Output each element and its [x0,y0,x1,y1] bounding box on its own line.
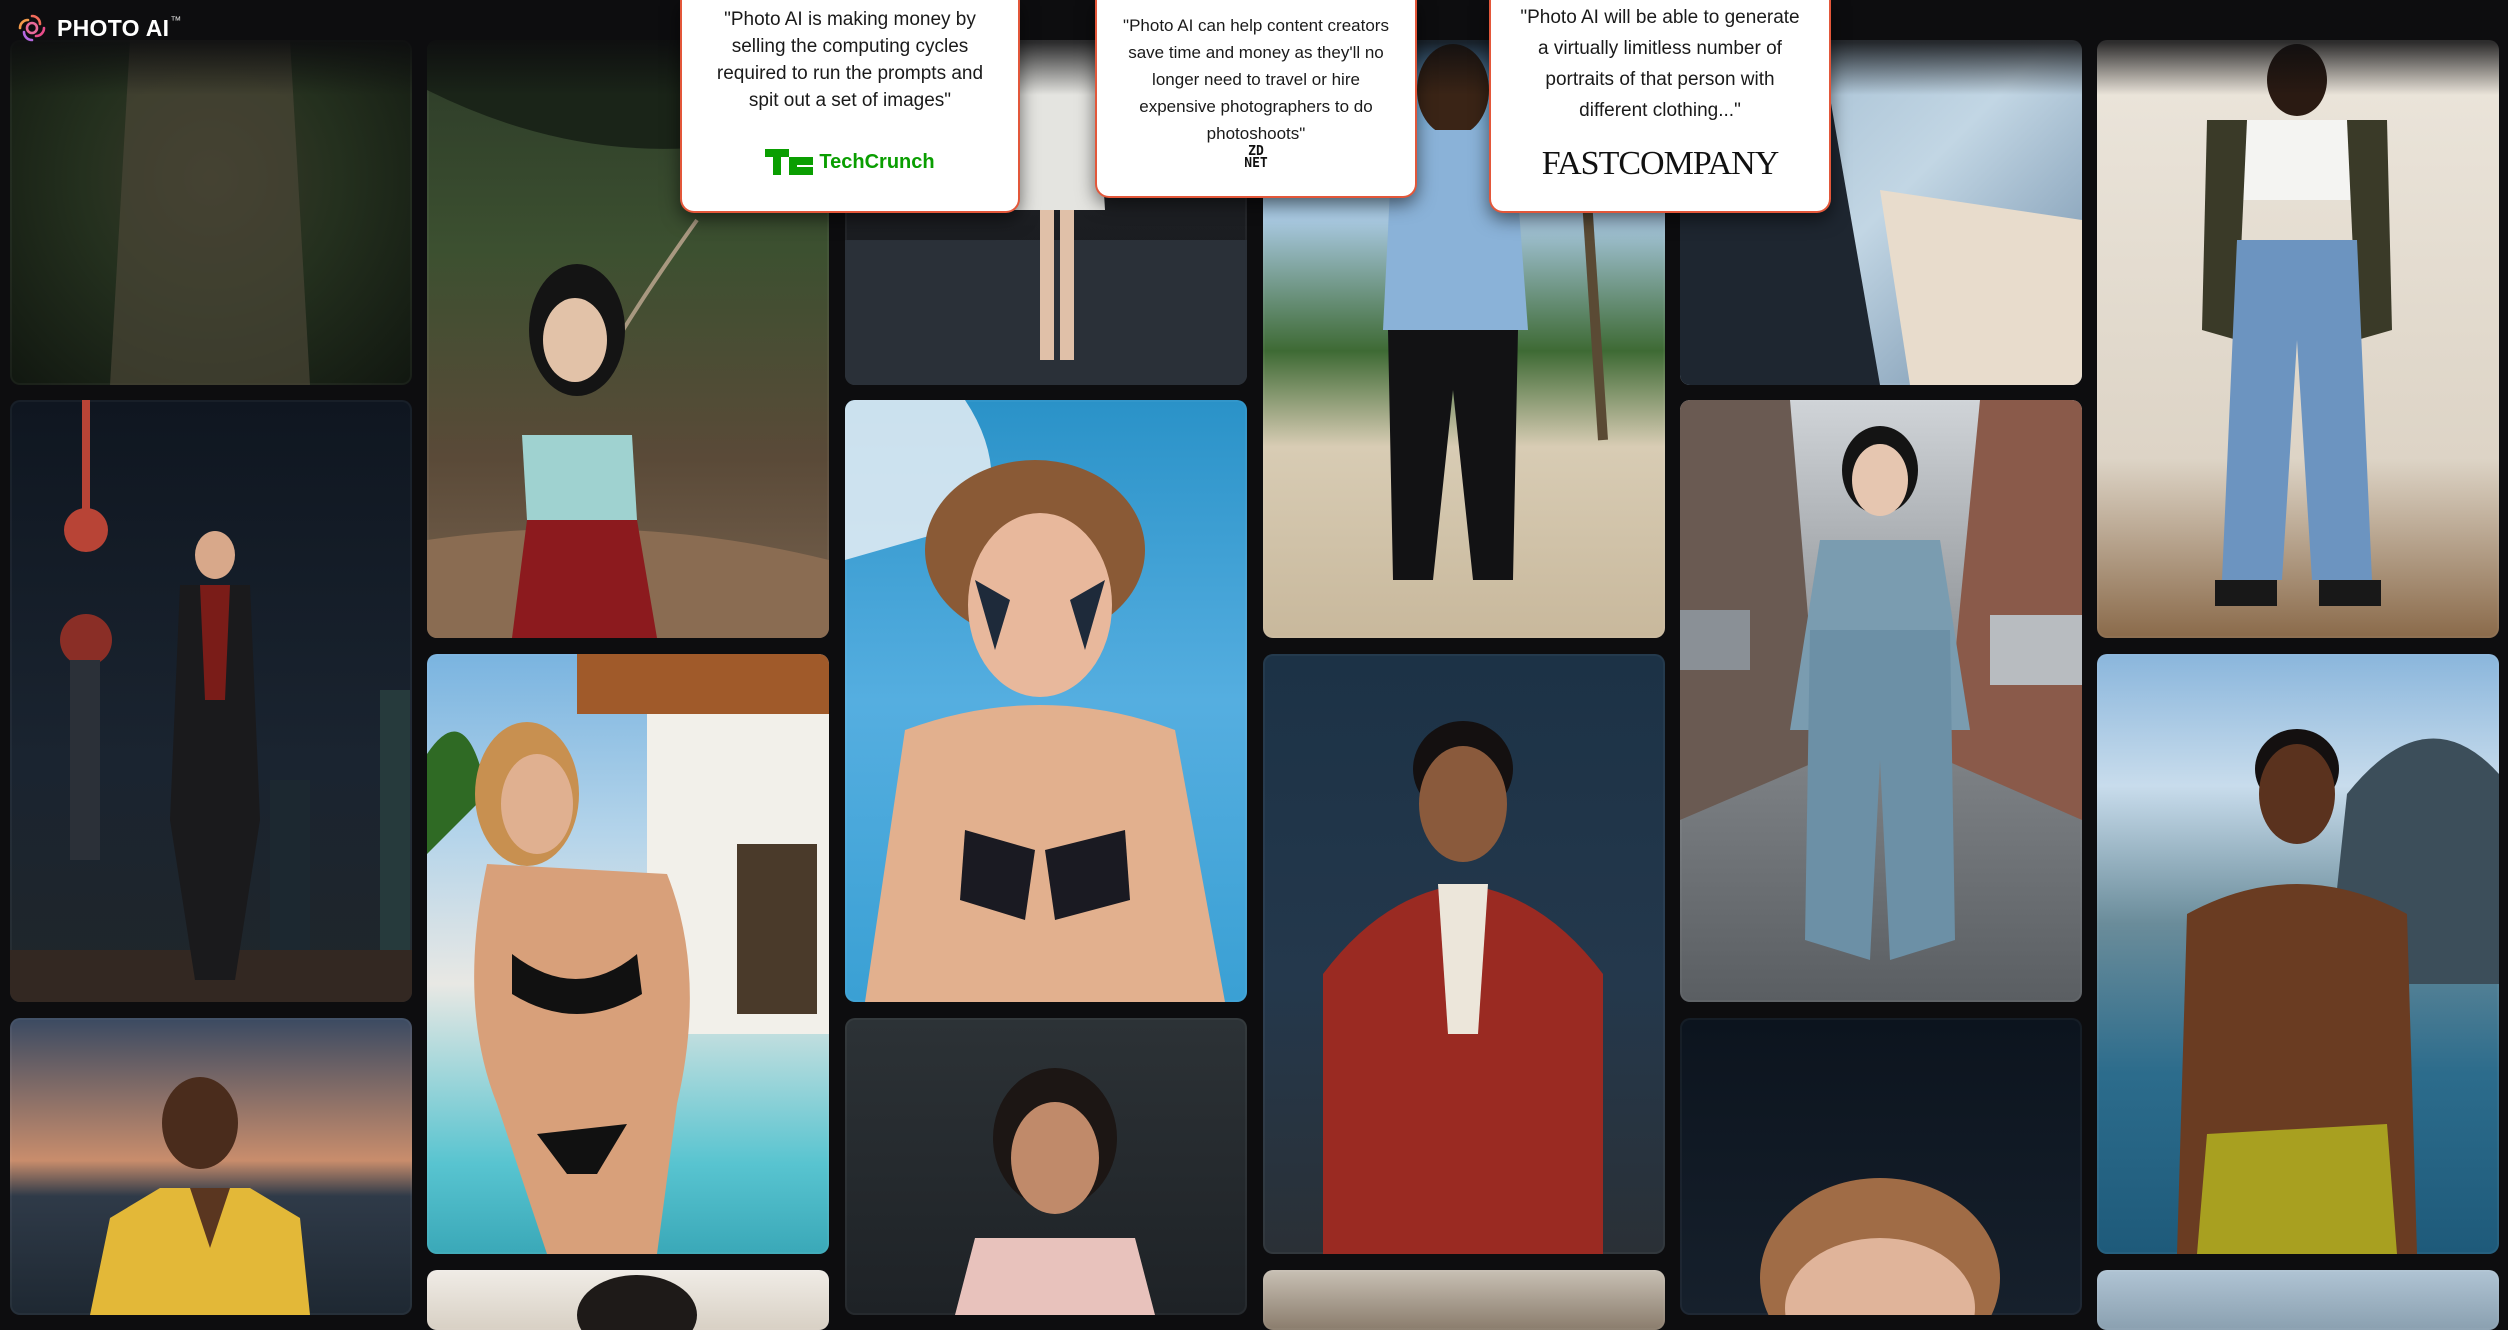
testimonial-card-zdnet: "Photo AI can help content creators save… [1095,0,1417,198]
gallery-photo[interactable] [2097,654,2499,1254]
testimonial-quote: "Photo AI will be able to generate a vir… [1520,7,1800,121]
testimonial-card-techcrunch: "Photo AI is making money by selling the… [680,0,1020,213]
gallery-photo[interactable] [1680,400,2082,1002]
gallery-photo[interactable] [427,654,829,1254]
testimonial-quote: "Photo AI can help content creators save… [1123,16,1389,143]
brand-name: PHOTO AI™ [57,14,182,41]
techcrunch-logo[interactable]: TechCrunch [682,149,1018,175]
testimonial-quote: "Photo AI is making money by selling the… [716,9,984,111]
gallery-photo[interactable] [10,400,412,1002]
zdnet-logo[interactable]: ZD NET [1097,144,1415,171]
photo-ai-logo-icon [18,14,46,42]
gallery-photo[interactable] [2097,1270,2499,1330]
brand-logo[interactable]: PHOTO AI™ [16,12,182,44]
gallery-photo[interactable] [1263,1270,1665,1330]
gallery-photo[interactable] [845,1018,1247,1315]
testimonial-card-fastcompany: "Photo AI will be able to generate a vir… [1489,0,1831,213]
gallery-photo[interactable] [10,40,412,385]
gallery-photo[interactable] [2097,40,2499,638]
fastcompany-logo[interactable]: FASTCOMPANY [1491,145,1829,183]
zdnet-logo-text: ZD NET [1244,144,1268,171]
gallery-photo[interactable] [1680,1018,2082,1315]
techcrunch-mark-icon [765,149,814,175]
gallery-photo[interactable] [1263,654,1665,1254]
gallery-photo[interactable] [845,400,1247,1002]
gallery-photo[interactable] [427,1270,829,1330]
gallery-photo[interactable] [10,1018,412,1315]
